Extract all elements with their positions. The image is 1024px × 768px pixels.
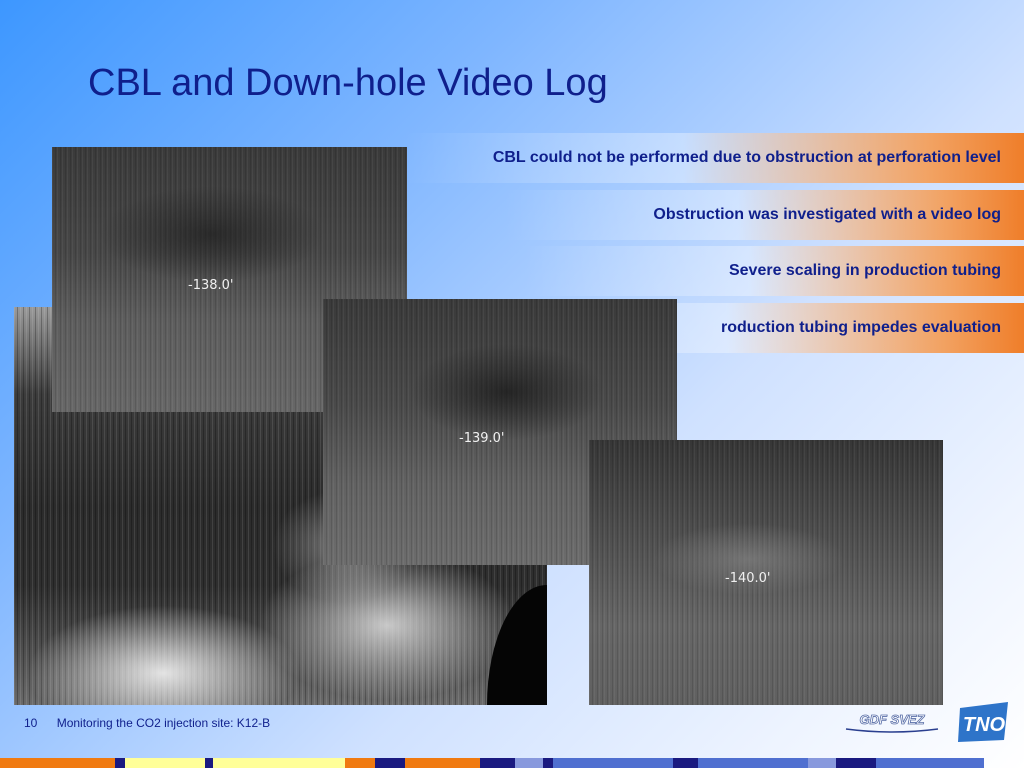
bullet-cbl-not-performed: CBL could not be performed due to obstru… <box>404 133 1024 183</box>
tno-wordmark: TNO <box>963 714 1006 736</box>
lens-vignette <box>487 585 547 705</box>
footer-text: Monitoring the CO2 injection site: K12-B <box>56 716 271 730</box>
depth-label: -140.0' <box>725 571 771 586</box>
bullet-obstruction-investigated: Obstruction was investigated with a vide… <box>504 190 1024 240</box>
tno-logo: TNO <box>958 702 1008 742</box>
slide-title: CBL and Down-hole Video Log <box>88 62 608 104</box>
decorative-color-strip <box>0 758 1024 768</box>
page-number: 10 <box>24 716 38 730</box>
depth-label: -138.0' <box>188 278 234 293</box>
bullet-severe-scaling: Severe scaling in production tubing <box>524 246 1024 296</box>
gdf-suez-wordmark: GDF SVEZ <box>859 712 925 727</box>
gdf-suez-logo: GDF SVEZ <box>845 712 939 733</box>
slide-footer: 10 Monitoring the CO2 injection site: K1… <box>24 716 270 730</box>
video-frame-140: -140.0' <box>589 440 943 705</box>
depth-label: -139.0' <box>459 431 505 446</box>
